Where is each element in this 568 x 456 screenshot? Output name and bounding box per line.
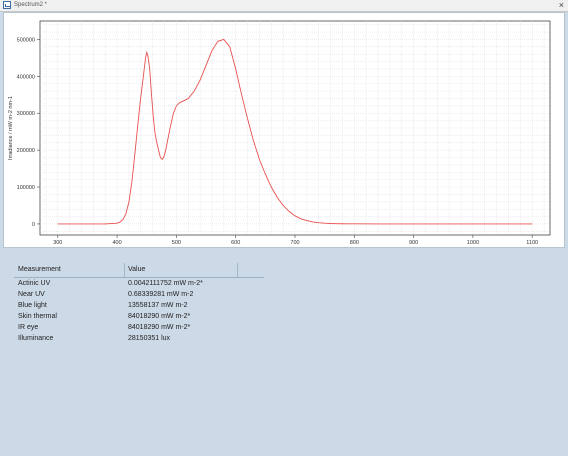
spectrum-chart: 300 400 500 600 700 800 900 1000 1100 0 100000 2000… [8,20,551,246]
measurement-name: Actinic UV [18,280,51,287]
table-row[interactable]: Actinic UV 0.0042111752 mW m-2* [14,278,264,289]
measurement-value: 0.68339281 mW m-2 [128,291,194,298]
measurement-value: 84018290 mW m-2* [128,324,191,331]
x-tick-label: 500 [172,240,181,246]
measurement-name: Blue light [18,302,47,309]
x-tick-label: 600 [231,240,240,246]
x-tick-label: 900 [409,240,418,246]
results-table: Measurement Value Actinic UV 0.004211175… [14,263,264,344]
y-axis-label: Irradiance / mW m-2 nm-1 [8,96,14,160]
measurement-name: IR eye [18,324,39,331]
table-row[interactable]: IR eye 84018290 mW m-2* [14,322,264,333]
table-row[interactable]: Near UV 0.68339281 mW m-2 [14,289,264,300]
column-separator[interactable] [237,263,238,277]
y-tick-label: 500000 [17,37,35,43]
spectrum-chart-panel: 300 400 500 600 700 800 900 1000 1100 0 100000 2000… [3,12,565,248]
table-row[interactable]: Blue light 13558137 mW m-2 [14,300,264,311]
results-table-header: Measurement Value [14,263,264,278]
close-icon[interactable]: × [559,0,564,10]
measurement-value: 13558137 mW m-2 [128,302,188,309]
x-tick-label: 1000 [467,240,479,246]
y-tick-label: 400000 [17,74,35,80]
window-title: Spectrum2 * [14,2,48,8]
x-tick-label: 1100 [526,240,538,246]
y-tick-label: 100000 [17,185,35,191]
x-tick-label: 300 [53,240,62,246]
measurement-value: 28150351 lux [128,335,171,342]
measurement-value: 84018290 mW m-2* [128,313,191,320]
x-tick-label: 700 [290,240,299,246]
column-header-measurement[interactable]: Measurement [18,266,61,273]
x-tick-label: 800 [350,240,359,246]
y-tick-label: 200000 [17,148,35,154]
chart-icon [3,1,11,9]
measurement-value: 0.0042111752 mW m-2* [128,280,203,287]
measurement-name: Skin thermal [18,313,57,320]
x-tick-label: 400 [112,240,121,246]
table-row[interactable]: Illuminance 28150351 lux [14,333,264,344]
column-header-value[interactable]: Value [128,266,145,273]
y-tick-label: 300000 [17,111,35,117]
window-titlebar: Spectrum2 * × [0,0,568,12]
column-separator[interactable] [124,263,125,277]
table-row[interactable]: Skin thermal 84018290 mW m-2* [14,311,264,322]
measurement-name: Near UV [18,291,45,298]
measurement-name: Illuminance [18,335,54,342]
y-tick-label: 0 [32,222,35,228]
